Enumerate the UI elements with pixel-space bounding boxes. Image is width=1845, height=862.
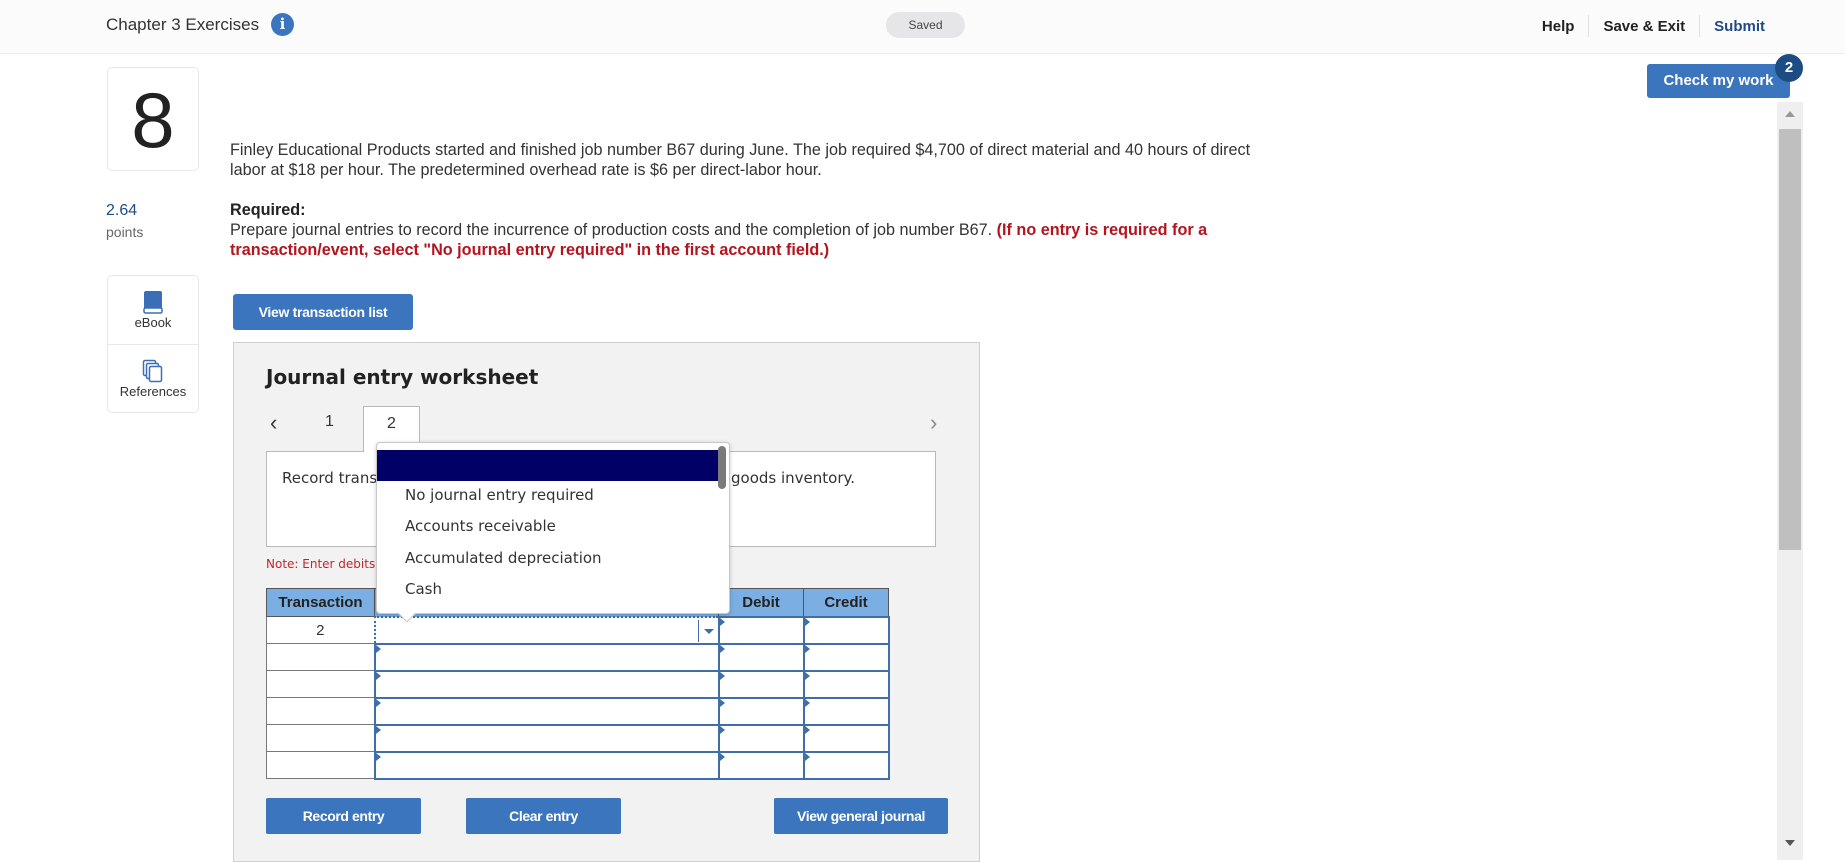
dropdown-option[interactable]: Accumulated depreciation — [405, 549, 602, 567]
transaction-cell — [266, 697, 375, 725]
help-link[interactable]: Help — [1528, 18, 1589, 35]
tab-1[interactable]: 1 — [325, 413, 334, 431]
references-label: References — [119, 384, 187, 399]
scroll-down-arrow-icon[interactable] — [1785, 840, 1795, 846]
description-text-right: goods inventory. — [731, 469, 855, 487]
table-row — [266, 669, 890, 699]
table-row — [266, 723, 890, 753]
dropdown-option[interactable]: Cash — [405, 580, 442, 598]
account-select[interactable] — [373, 750, 720, 780]
required-section: Required: Prepare journal entries to rec… — [230, 200, 1290, 260]
top-bar: Chapter 3 Exercises i Saved Help Save & … — [0, 0, 1845, 54]
required-heading: Required: — [230, 201, 306, 219]
ebook-button[interactable]: eBook — [108, 276, 198, 344]
chevron-right-icon[interactable]: › — [930, 410, 937, 436]
assignment-title: Chapter 3 Exercises — [106, 15, 260, 34]
dropdown-option-blank-selected[interactable] — [377, 450, 719, 481]
credit-input[interactable] — [802, 750, 890, 780]
account-select[interactable] — [373, 615, 720, 645]
transaction-cell — [266, 643, 375, 671]
page-scrollbar[interactable] — [1777, 102, 1803, 860]
account-dropdown-list: No journal entry required Accounts recei… — [376, 442, 730, 623]
worksheet-title: Journal entry worksheet — [266, 365, 539, 389]
record-entry-button[interactable]: Record entry — [266, 798, 421, 834]
credit-input[interactable] — [802, 615, 890, 645]
credit-input[interactable] — [802, 669, 890, 699]
table-row: 2 — [266, 615, 890, 645]
account-select[interactable] — [373, 696, 720, 726]
journal-entry-table: Transaction Debit Credit 2 — [266, 588, 890, 780]
chevron-down-icon[interactable] — [697, 619, 718, 642]
references-button[interactable]: References — [108, 344, 198, 412]
points-label: points — [106, 224, 144, 240]
account-select[interactable] — [373, 723, 720, 753]
account-select[interactable] — [373, 669, 720, 699]
view-transaction-list-button[interactable]: View transaction list — [233, 294, 413, 330]
dropdown-option[interactable]: Accounts receivable — [405, 517, 556, 535]
check-my-work-button[interactable]: Check my work — [1647, 64, 1790, 98]
debit-input[interactable] — [717, 696, 805, 726]
transaction-cell: 2 — [266, 616, 375, 644]
question-number: 8 — [107, 67, 199, 171]
saved-status-badge: Saved — [886, 12, 965, 38]
dropdown-option[interactable]: No journal entry required — [405, 486, 594, 504]
scroll-up-arrow-icon[interactable] — [1785, 111, 1795, 117]
debit-input[interactable] — [717, 642, 805, 672]
account-select[interactable] — [373, 642, 720, 672]
dropdown-scrollbar[interactable] — [718, 446, 726, 489]
column-header-debit: Debit — [718, 588, 804, 617]
book-icon — [108, 288, 198, 314]
entry-note: Note: Enter debits — [266, 557, 376, 571]
debit-input[interactable] — [717, 723, 805, 753]
credit-input[interactable] — [802, 642, 890, 672]
column-header-transaction: Transaction — [266, 588, 375, 617]
required-text: Prepare journal entries to record the in… — [230, 221, 997, 239]
credit-input[interactable] — [802, 723, 890, 753]
description-text-left: Record trans — [282, 469, 378, 487]
save-exit-link[interactable]: Save & Exit — [1589, 18, 1699, 35]
debit-input[interactable] — [717, 615, 805, 645]
question-text: Finley Educational Products started and … — [230, 141, 1251, 179]
column-header-credit: Credit — [803, 588, 889, 617]
points-value: 2.64 — [106, 202, 138, 219]
submit-link[interactable]: Submit — [1700, 18, 1765, 35]
resource-tools: eBook References — [107, 275, 199, 413]
copy-icon — [108, 357, 198, 383]
table-row — [266, 750, 890, 780]
transaction-cell — [266, 751, 375, 779]
credit-input[interactable] — [802, 696, 890, 726]
transaction-cell — [266, 724, 375, 752]
chevron-left-icon[interactable]: ‹ — [270, 410, 277, 436]
table-row — [266, 642, 890, 672]
check-attempts-badge: 2 — [1775, 54, 1803, 82]
view-general-journal-button[interactable]: View general journal — [774, 798, 948, 834]
scrollbar-thumb[interactable] — [1779, 129, 1801, 550]
transaction-cell — [266, 670, 375, 698]
debit-input[interactable] — [717, 750, 805, 780]
clear-entry-button[interactable]: Clear entry — [466, 798, 621, 834]
ebook-label: eBook — [134, 315, 172, 330]
header-nav: Help Save & Exit Submit — [1528, 15, 1765, 37]
table-row — [266, 696, 890, 726]
info-icon[interactable]: i — [271, 13, 294, 36]
debit-input[interactable] — [717, 669, 805, 699]
